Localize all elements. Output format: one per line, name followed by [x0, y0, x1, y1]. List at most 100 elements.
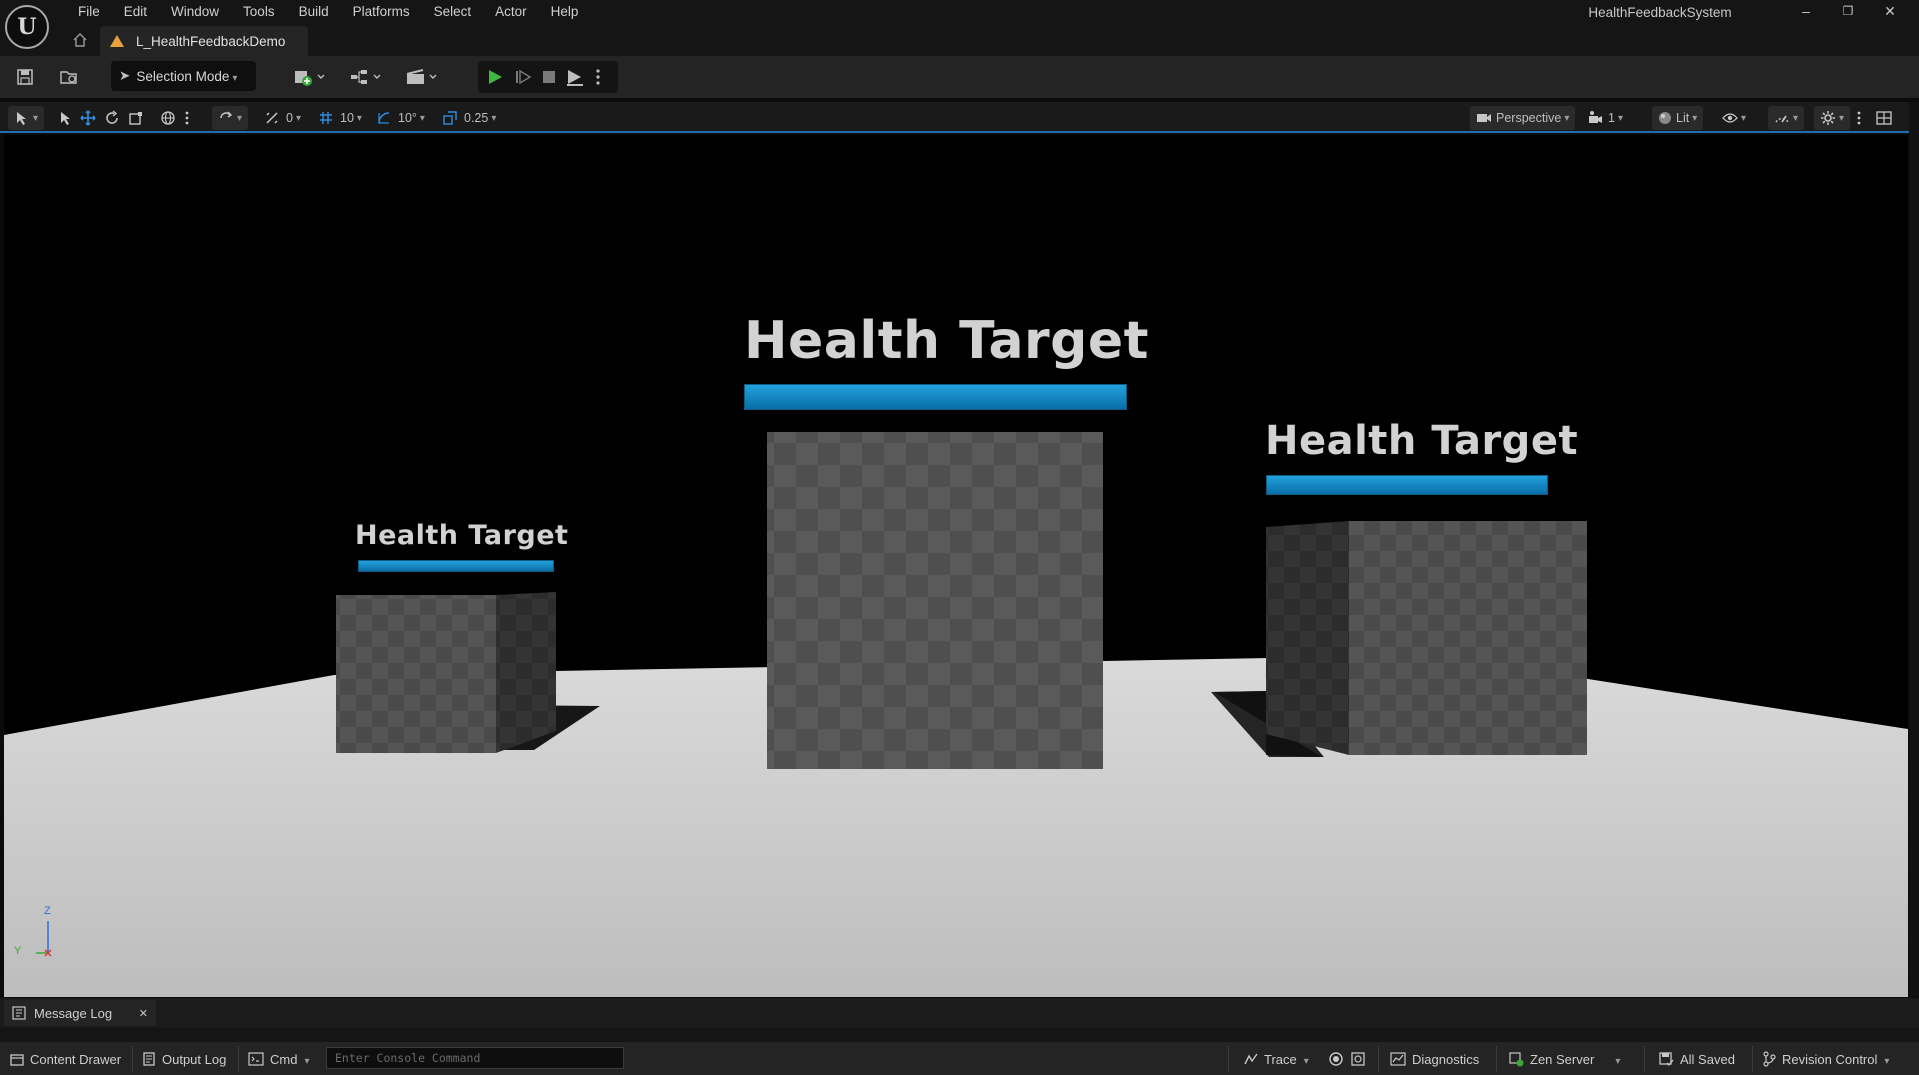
chevron-down-icon [1881, 1052, 1889, 1067]
panel-divider [0, 1028, 1919, 1042]
revision-control-dropdown[interactable]: Revision Control [1762, 1048, 1889, 1070]
level-tab-label: L_HealthFeedbackDemo [136, 33, 286, 49]
health-target-label-center: Health Target [744, 311, 1150, 371]
project-name: HealthFeedbackSystem [1588, 5, 1732, 20]
menu-file[interactable]: File [66, 3, 112, 23]
scale-snap-value: 0.25 [464, 111, 489, 125]
bottom-panel-tabs: Message Log ✕ [0, 998, 1919, 1028]
menu-platforms[interactable]: Platforms [341, 3, 422, 23]
content-drawer-icon [10, 1054, 24, 1066]
gear-icon [1821, 111, 1835, 125]
cube-left-front [336, 595, 496, 753]
menu-edit[interactable]: Edit [112, 3, 159, 23]
menu-tools[interactable]: Tools [231, 3, 287, 23]
more-transform-icon[interactable] [184, 106, 190, 130]
separator [1496, 1046, 1497, 1072]
scale-snap-dropdown[interactable]: 0.25 [442, 106, 496, 130]
add-actor-icon[interactable] [290, 64, 330, 90]
trace-dropdown[interactable]: Trace [1244, 1048, 1309, 1070]
menu-window[interactable]: Window [159, 3, 231, 23]
browse-icon[interactable] [56, 64, 82, 90]
menu-build[interactable]: Build [287, 3, 341, 23]
level-tab[interactable]: L_HealthFeedbackDemo [100, 26, 308, 56]
output-log-button[interactable]: Output Log [142, 1048, 226, 1070]
trace-icon [1244, 1053, 1258, 1065]
world-space-icon[interactable] [160, 106, 176, 130]
diagnostics-label: Diagnostics [1412, 1051, 1480, 1067]
health-bar-left [358, 560, 554, 572]
chevron-down-icon [229, 69, 237, 84]
angle-snap-dropdown[interactable]: 10° [376, 106, 425, 130]
zen-server-dropdown[interactable]: Zen Server [1508, 1048, 1620, 1070]
cube-right-front [1349, 521, 1587, 755]
all-saved-icon [1659, 1052, 1674, 1067]
realtime-dropdown[interactable] [1768, 106, 1805, 130]
message-log-label: Message Log [34, 1005, 113, 1021]
content-drawer-label: Content Drawer [30, 1051, 122, 1067]
minimize-button[interactable]: – [1786, 0, 1826, 22]
menu-help[interactable]: Help [539, 3, 591, 23]
cube-left-side [496, 592, 556, 753]
chevron-down-icon [1612, 1052, 1620, 1067]
separator [1378, 1046, 1379, 1072]
show-flags-dropdown[interactable] [1722, 106, 1746, 130]
all-saved-label: All Saved [1680, 1051, 1735, 1067]
camera-speed-value: 1 [1608, 111, 1615, 125]
cinematics-icon[interactable] [402, 64, 442, 90]
viewport-toolbar: 0 10 10° 0.25 Perspective 1 Lit [0, 102, 1919, 133]
select-arrow-icon[interactable] [58, 106, 72, 130]
record-icon[interactable] [1328, 1048, 1344, 1070]
translate-icon[interactable] [80, 106, 96, 130]
menu-actor[interactable]: Actor [483, 3, 539, 23]
level-viewport[interactable]: Health Target Health Target Health Targe… [4, 135, 1908, 997]
perspective-dropdown[interactable]: Perspective [1470, 106, 1576, 130]
health-bar-right [1266, 475, 1548, 495]
camera-speed-icon [1589, 111, 1602, 123]
scene-render [4, 432, 1908, 997]
content-drawer-button[interactable]: Content Drawer [10, 1048, 121, 1070]
layout-icon[interactable] [1876, 106, 1892, 130]
axis-y-label: Y [14, 945, 22, 957]
diagnostics-button[interactable]: Diagnostics [1390, 1048, 1479, 1070]
close-button[interactable]: ✕ [1870, 0, 1910, 22]
lit-dropdown[interactable]: Lit [1652, 106, 1704, 130]
performance-icon [1775, 115, 1789, 123]
save-icon[interactable] [12, 64, 38, 90]
selection-mode-dropdown[interactable]: ➤ Selection Mode [111, 61, 256, 91]
separator [1228, 1046, 1229, 1072]
stop-icon[interactable] [536, 64, 562, 90]
surface-snap-dropdown[interactable] [212, 106, 249, 130]
restore-button[interactable]: ❐ [1828, 0, 1868, 22]
unreal-logo-icon[interactable]: U [5, 5, 49, 49]
blueprint-icon[interactable] [346, 64, 386, 90]
play-icon[interactable] [482, 64, 508, 90]
grid-snap-icon [320, 112, 332, 124]
message-log-tab[interactable]: Message Log ✕ [4, 1000, 156, 1026]
cmd-dropdown[interactable]: Cmd [248, 1048, 309, 1070]
viewport-options-icon[interactable] [1856, 106, 1862, 130]
scale-icon[interactable] [128, 106, 144, 130]
rotation-snap-dropdown[interactable]: 0 [264, 106, 301, 130]
zen-server-label: Zen Server [1530, 1051, 1595, 1067]
more-options-icon[interactable] [588, 64, 608, 90]
grid-snap-dropdown[interactable]: 10 [318, 106, 362, 130]
menu-select[interactable]: Select [422, 3, 484, 23]
axis-z-label: Z [44, 905, 51, 917]
all-saved-button[interactable]: All Saved [1658, 1048, 1735, 1070]
camera-speed-dropdown[interactable]: 1 [1588, 106, 1623, 130]
viewport-settings-dropdown[interactable] [1814, 106, 1851, 130]
camera-icon [1477, 114, 1491, 122]
message-log-close-icon[interactable]: ✕ [139, 1007, 148, 1020]
eject-icon[interactable] [562, 64, 588, 90]
console-command-input[interactable] [326, 1047, 624, 1069]
home-icon[interactable] [72, 32, 88, 48]
perspective-label: Perspective [1496, 111, 1562, 125]
rotate-icon[interactable] [104, 106, 120, 130]
transform-tools-dropdown[interactable] [8, 106, 45, 130]
cube-center-front [767, 432, 1103, 769]
viewport-right-edge [1909, 102, 1919, 997]
screenshot-icon[interactable] [1350, 1048, 1366, 1070]
health-bar-center [744, 384, 1127, 410]
advance-frame-icon[interactable] [510, 64, 536, 90]
lit-label: Lit [1676, 111, 1690, 125]
